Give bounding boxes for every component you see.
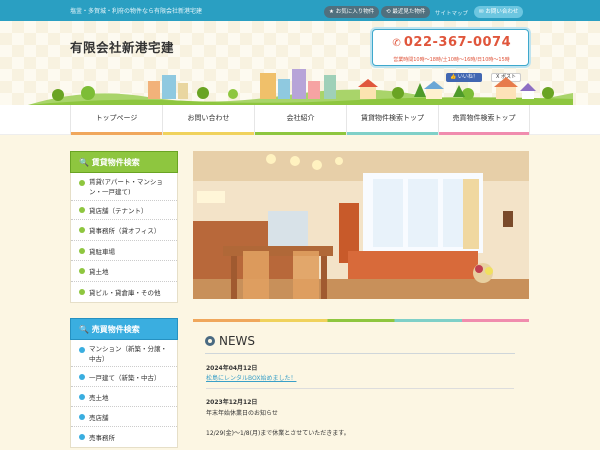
recent-viewed-button[interactable]: ⟲ 最近見た物件 [381,6,431,18]
news-item-date: 2024年04月12日 [206,365,258,372]
news-item-date: 2023年12月12日 [206,399,258,406]
bullet-icon [79,373,85,380]
star-icon: ★ [329,9,334,15]
news-heading: NEWS [205,334,255,348]
sidebar-item-sale-condo[interactable]: マンション（新築・分譲・中古） [71,339,177,367]
rental-search-panel: 🔍 賃貸物件検索 賃貸(アパート・マンション・一戸建て) 貸店舗（テナント） 貸… [70,151,178,303]
nav-rental-search[interactable]: 賃貸物件検索トップ [346,105,438,135]
sidebar-item-sale-house[interactable]: 一戸建て（新築・中古） [71,367,177,387]
bullet-icon [79,268,85,274]
news-item-title: 年末年始休業日のお知らせ [206,410,278,417]
sidebar-item-rental-building[interactable]: 貸ビル・貸倉庫・その他 [71,282,177,302]
sidebar-item-rental-store[interactable]: 貸店舗（テナント） [71,201,177,220]
bullet-icon [79,207,85,213]
search-icon: 🔍 [79,325,89,334]
nav-company[interactable]: 会社紹介 [254,105,346,135]
rental-search-heading: 🔍 賃貸物件検索 [70,151,178,173]
history-icon: ⟲ [386,9,391,15]
contact-button[interactable]: ✉ お問い合わせ [474,6,524,18]
news-item-body: 12/29(金)～1/8(月)まで休業とさせていただきます。 [206,430,350,437]
sidebar-item-rental-apartment[interactable]: 賃貸(アパート・マンション・一戸建て) [71,172,177,201]
global-nav: トップページ お問い合わせ 会社紹介 賃貸物件検索トップ 売買物件検索トップ [0,105,600,135]
business-hours: 営業時間10時～18時/土10時～16時/日10時～15時 [393,57,510,63]
sitemap-link[interactable]: サイトマップ [435,9,468,17]
bullet-icon [79,347,85,353]
company-logo[interactable]: 有限会社新港宅建 [70,37,174,56]
nav-contact[interactable]: お問い合わせ [162,105,254,135]
bullet-icon [79,434,85,440]
phone-icon: ✆ [392,38,402,49]
sidebar-item-sale-office[interactable]: 売事務所 [71,427,177,447]
town-illustration [28,69,573,105]
news-separator [206,388,514,389]
header: 有限会社新港宅建 ✆ 022-367-0074 営業時間10時～18時/土10時～… [0,21,600,105]
nav-top-page[interactable]: トップページ [70,105,162,135]
sidebar-item-rental-land[interactable]: 貸土地 [71,261,177,282]
bullet-icon [79,227,85,233]
sale-search-heading: 🔍 売買物件検索 [70,318,178,340]
bullet-icon [79,289,85,295]
top-bar: 塩釜・多賀城・利府の物件なら有限会社新港宅建 ★ お気に入り物件 ⟲ 最近見た物… [0,0,600,21]
nav-sale-search[interactable]: 売買物件検索トップ [438,105,530,135]
news-item-link[interactable]: 松島にレンタルBOX始めました！ [206,373,296,382]
color-stripe [193,319,529,322]
sidebar-item-rental-parking[interactable]: 貸駐車場 [71,241,177,261]
hero-interior-photo [193,151,529,299]
sidebar-item-sale-land[interactable]: 売土地 [71,387,177,407]
phone-number[interactable]: ✆ 022-367-0074 [373,35,530,50]
news-divider [205,353,515,354]
search-icon: 🔍 [79,158,89,167]
circle-icon [205,336,215,346]
bullet-icon [79,393,85,400]
favorites-button[interactable]: ★ お気に入り物件 [324,6,380,18]
site-tagline: 塩釜・多賀城・利府の物件なら有限会社新港宅建 [70,8,203,15]
phone-box: ✆ 022-367-0074 営業時間10時～18時/土10時～16時/日10時～… [372,29,529,66]
sidebar-item-rental-office[interactable]: 貸事務所（貸オフィス） [71,220,177,241]
mail-icon: ✉ [479,9,484,15]
bullet-icon [79,180,85,186]
bullet-icon [79,413,85,420]
sale-search-panel: 🔍 売買物件検索 マンション（新築・分譲・中古） 一戸建て（新築・中古） 売土地… [70,318,178,448]
bullet-icon [79,247,85,254]
sidebar-item-sale-store[interactable]: 売店舗 [71,407,177,427]
